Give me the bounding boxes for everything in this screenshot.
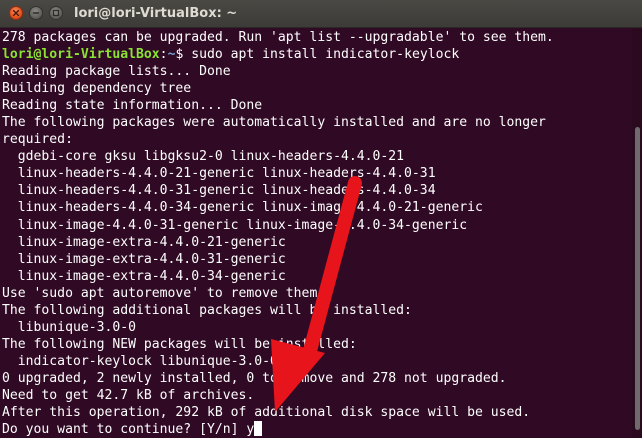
title-bar[interactable]: lori@lori-VirtualBox: ~ <box>0 0 642 28</box>
text-cursor <box>254 421 263 437</box>
terminal-line: The following additional packages will b… <box>2 302 412 318</box>
terminal-line: linux-image-extra-4.4.0-34-generic <box>2 268 286 284</box>
terminal-line: The following NEW packages will be insta… <box>2 336 357 352</box>
maximize-button[interactable] <box>49 6 63 20</box>
prompt-user: lori@lori-VirtualBox <box>2 47 160 63</box>
command-line: lori@lori-VirtualBox:~$ sudo apt install… <box>2 46 630 63</box>
minimize-button[interactable] <box>29 6 43 20</box>
terminal-line: Building dependency tree <box>2 81 192 97</box>
maximize-icon <box>52 9 60 17</box>
close-button[interactable] <box>9 6 23 20</box>
terminal-line: Reading package lists... Done <box>2 64 231 80</box>
command-text: $ sudo apt install indicator-keylock <box>175 47 460 63</box>
close-icon <box>12 9 20 17</box>
terminal-line: Need to get 42.7 kB of archives. <box>2 387 255 403</box>
terminal-line: 0 upgraded, 2 newly installed, 0 to remo… <box>2 370 507 386</box>
terminal-window: lori@lori-VirtualBox: ~ 278 packages can… <box>0 0 642 438</box>
terminal-line: Use 'sudo apt autoremove' to remove them… <box>2 285 326 301</box>
terminal-line: 278 packages can be upgraded. Run 'apt l… <box>2 30 554 45</box>
prompt-input[interactable]: y <box>246 422 254 437</box>
window-title: lori@lori-VirtualBox: ~ <box>74 6 238 21</box>
scrollbar[interactable] <box>632 29 642 438</box>
terminal-line: gdebi-core gksu libgksu2-0 linux-headers… <box>2 149 405 165</box>
terminal-output[interactable]: 278 packages can be upgraded. Run 'apt l… <box>2 29 630 438</box>
terminal-line: The following packages were automaticall… <box>2 115 546 131</box>
terminal-line: indicator-keylock libunique-3.0-0 <box>2 353 278 369</box>
terminal-line: libunique-3.0-0 <box>2 319 137 335</box>
minimize-icon <box>32 12 40 14</box>
continue-prompt: Do you want to continue? [Y/n] <box>2 422 247 438</box>
terminal-line: linux-headers-4.4.0-21-generic linux-hea… <box>2 166 436 182</box>
prompt-separator: : <box>159 47 168 63</box>
terminal-line: Reading state information... Done <box>2 98 263 114</box>
terminal-line: required: <box>2 132 73 148</box>
scrollbar-thumb[interactable] <box>635 127 640 430</box>
continue-prompt-line: Do you want to continue? [Y/n] y <box>2 421 630 438</box>
terminal-line: linux-image-extra-4.4.0-21-generic <box>2 234 286 250</box>
terminal-line: linux-image-extra-4.4.0-31-generic <box>2 251 286 267</box>
terminal-line: linux-image-4.4.0-31-generic linux-image… <box>2 217 468 233</box>
terminal-line: linux-headers-4.4.0-31-generic linux-hea… <box>2 183 436 199</box>
terminal-line: After this operation, 292 kB of addition… <box>2 405 531 421</box>
terminal-line: linux-headers-4.4.0-34-generic linux-ima… <box>2 200 483 216</box>
